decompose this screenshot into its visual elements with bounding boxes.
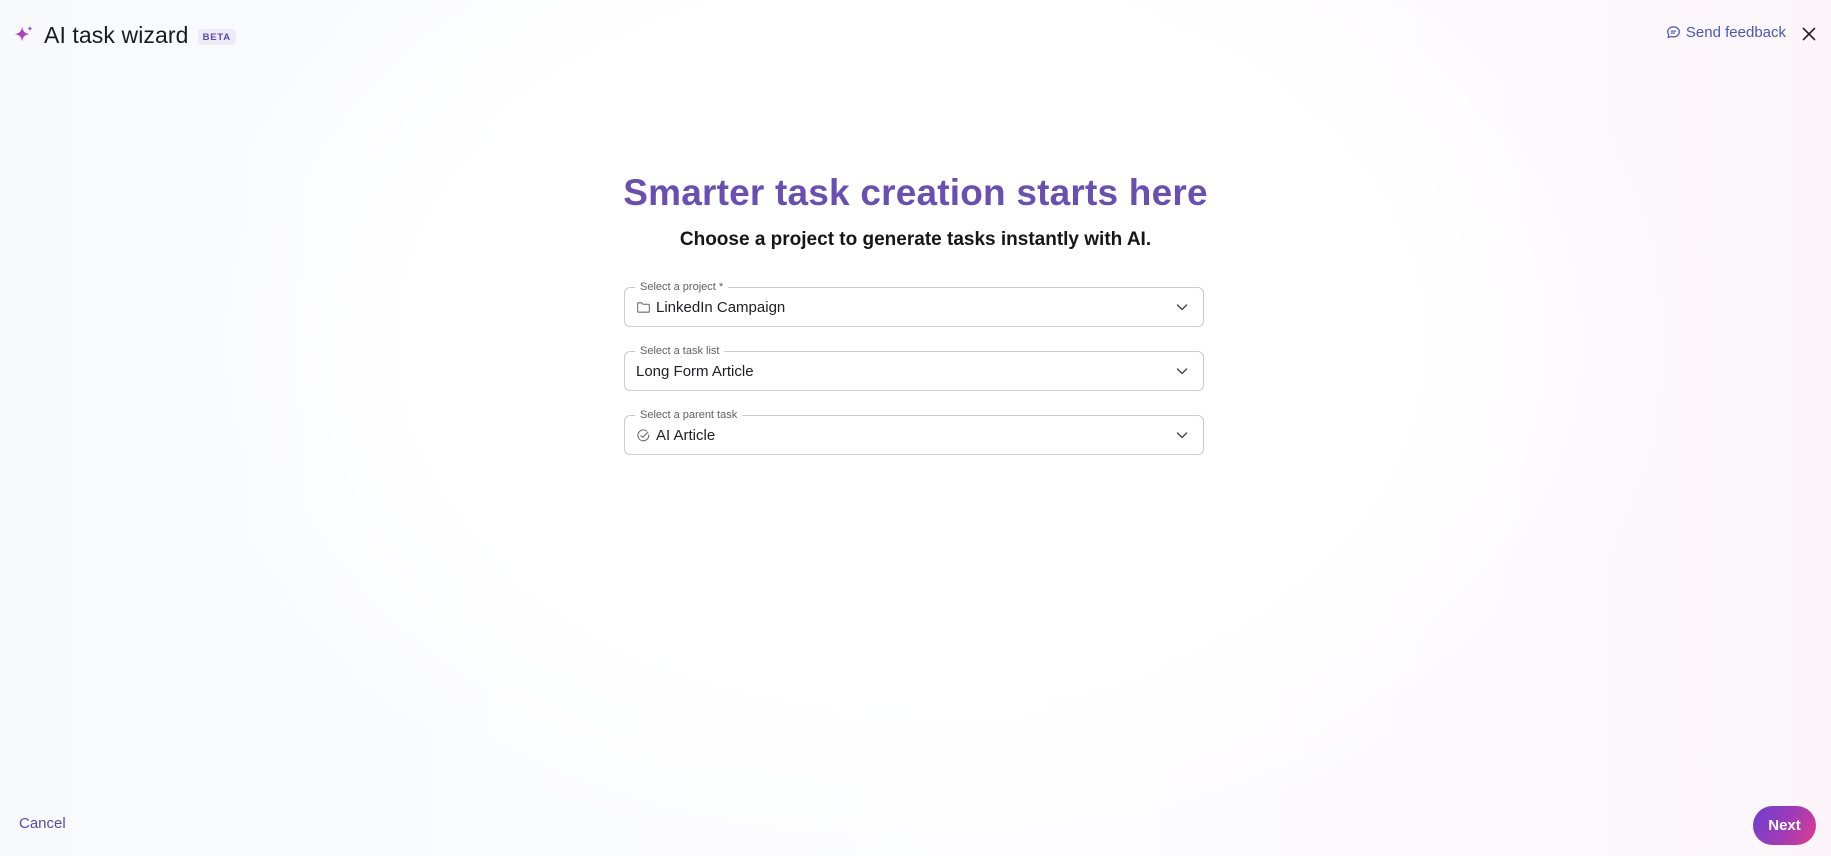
- project-select[interactable]: Select a project * LinkedIn Campaign: [624, 280, 1204, 327]
- sparkle-icon: [14, 25, 33, 42]
- close-button[interactable]: [1799, 24, 1819, 44]
- beta-badge: BETA: [197, 28, 236, 45]
- parent-task-select-value: AI Article: [636, 416, 715, 454]
- chevron-down-icon: [1176, 432, 1188, 439]
- task-list-select-value: Long Form Article: [636, 352, 754, 390]
- header: AI task wizard BETA Send feedback: [0, 0, 1831, 70]
- send-feedback-label: Send feedback: [1685, 24, 1786, 41]
- chevron-down-icon: [1176, 304, 1188, 311]
- brand: AI task wizard BETA: [13, 20, 236, 50]
- app-title: AI task wizard: [44, 21, 189, 48]
- folder-icon: [637, 301, 650, 313]
- chevron-down-icon: [1176, 368, 1188, 375]
- project-select-value: LinkedIn Campaign: [636, 288, 785, 326]
- page-title: Smarter task creation starts here: [623, 172, 1208, 213]
- cancel-button[interactable]: Cancel: [19, 815, 66, 832]
- task-list-select[interactable]: Select a task list Long Form Article: [624, 344, 1204, 391]
- task-list-select-text: Long Form Article: [636, 362, 754, 380]
- parent-task-select-text: AI Article: [656, 426, 716, 444]
- close-icon: [1802, 27, 1816, 41]
- chat-bubble-icon: [1667, 26, 1680, 39]
- check-circle-icon: [637, 428, 650, 441]
- next-button[interactable]: Next: [1753, 806, 1816, 845]
- page-subtitle: Choose a project to generate tasks insta…: [679, 229, 1152, 250]
- project-select-text: LinkedIn Campaign: [656, 298, 786, 316]
- send-feedback-link[interactable]: Send feedback: [1666, 24, 1786, 41]
- parent-task-select[interactable]: Select a parent task AI Article: [624, 408, 1204, 455]
